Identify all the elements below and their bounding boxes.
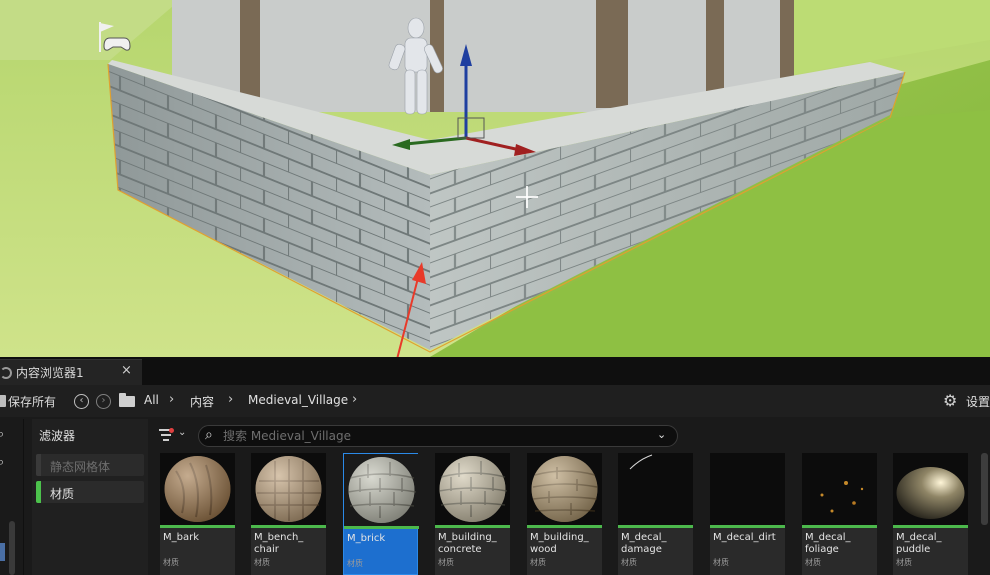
asset-type-label: 材质	[438, 558, 454, 567]
asset-tile[interactable]: M_decal_ damage 材质	[618, 453, 693, 575]
tab-label: 内容浏览器1	[16, 366, 84, 380]
gear-icon[interactable]: ⚙	[943, 391, 957, 410]
search-icon[interactable]: ⌕	[0, 427, 15, 445]
asset-type-label: 材质	[530, 558, 546, 567]
asset-type-label: 材质	[621, 558, 637, 567]
asset-thumbnail	[527, 453, 602, 525]
content-toolbar: 保存所有 ‹ › All › 内容 › Medieval_Village › ⚙…	[0, 385, 990, 417]
asset-tile[interactable]: M_decal_dirt 材质	[710, 453, 785, 575]
selection-marker	[0, 543, 5, 561]
tab-content-browser[interactable]: 内容浏览器1 ×	[0, 359, 142, 385]
editor-window: 内容浏览器1 × 保存所有 ‹ › All › 内容 › Medieval_Vi…	[0, 0, 990, 575]
asset-type-strip	[251, 525, 326, 528]
asset-type-strip	[618, 525, 693, 528]
breadcrumb-all[interactable]: All	[144, 393, 159, 407]
asset-thumbnail	[344, 454, 419, 526]
asset-tile[interactable]: M_bark 材质	[160, 453, 235, 575]
filter-color-bar	[36, 481, 41, 503]
asset-type-strip	[893, 525, 968, 528]
save-icon[interactable]	[0, 395, 6, 407]
sources-panel-collapsed: ⌕ ⌕	[0, 419, 24, 575]
level-viewport[interactable]	[0, 0, 990, 357]
breadcrumb-separator-icon[interactable]: ›	[352, 392, 357, 407]
save-all-button[interactable]: 保存所有	[8, 393, 56, 410]
asset-type-strip	[160, 525, 235, 528]
asset-name: M_bench_ chair	[254, 532, 304, 555]
asset-thumbnail	[160, 453, 235, 525]
breadcrumb-medieval-village[interactable]: Medieval_Village	[248, 393, 348, 407]
asset-thumbnail	[893, 453, 968, 525]
asset-tile[interactable]: M_decal_ puddle 材质	[893, 453, 968, 575]
asset-name: M_bark	[163, 532, 200, 543]
asset-type-label: 材质	[347, 559, 363, 568]
scrollbar[interactable]	[9, 521, 15, 575]
asset-thumbnail	[802, 453, 877, 525]
filters-panel: 滤波器 静态网格体 材质	[32, 419, 148, 575]
asset-search-field[interactable]: ⌕ ⌄	[198, 425, 678, 447]
asset-tile[interactable]: M_bench_ chair 材质	[251, 453, 326, 575]
asset-name: M_building_ concrete	[438, 532, 497, 555]
crosshair-icon	[516, 186, 538, 208]
asset-type-label: 材质	[805, 558, 821, 567]
asset-type-label: 材质	[163, 558, 179, 567]
chevron-down-icon[interactable]: ⌄	[657, 428, 666, 441]
filter-color-bar	[36, 454, 41, 476]
viewport-scene	[0, 0, 990, 357]
asset-type-label: 材质	[254, 558, 270, 567]
asset-name: M_decal_ puddle	[896, 532, 942, 555]
settings-button[interactable]: 设置	[966, 393, 990, 410]
asset-name: M_decal_dirt	[713, 532, 776, 543]
search-icon[interactable]: ⌕	[0, 455, 15, 473]
forward-icon[interactable]: ›	[96, 394, 111, 409]
asset-name: M_decal_ damage	[621, 532, 667, 555]
content-browser-icon	[0, 366, 12, 379]
filter-label: 静态网格体	[50, 460, 111, 474]
scrollbar[interactable]	[981, 453, 988, 525]
asset-thumbnail	[251, 453, 326, 525]
asset-type-strip	[710, 525, 785, 528]
asset-tile[interactable]: M_building_ concrete 材质	[435, 453, 510, 575]
filters-title: 滤波器	[39, 429, 76, 443]
asset-name: M_building_ wood	[530, 532, 589, 555]
filter-label: 材质	[50, 487, 75, 501]
asset-tile[interactable]: M_building_ wood 材质	[527, 453, 602, 575]
asset-name: M_brick	[347, 533, 386, 544]
asset-name: M_decal_ foliage	[805, 532, 851, 555]
close-tab-button[interactable]: ×	[121, 363, 132, 378]
filter-static-mesh[interactable]: 静态网格体	[36, 454, 144, 476]
asset-thumbnail	[710, 453, 785, 525]
asset-type-strip	[802, 525, 877, 528]
filter-active-dot	[169, 428, 174, 433]
asset-type-strip	[344, 526, 419, 529]
breadcrumb-separator-icon[interactable]: ›	[228, 392, 233, 407]
asset-type-label: 材质	[713, 558, 729, 567]
asset-tile[interactable]: M_decal_ foliage 材质	[802, 453, 877, 575]
asset-search-input[interactable]	[223, 428, 643, 444]
chevron-down-icon[interactable]: ⌄	[178, 427, 186, 438]
filter-material[interactable]: 材质	[36, 481, 144, 503]
asset-type-strip	[527, 525, 602, 528]
asset-type-strip	[435, 525, 510, 528]
asset-thumbnail	[618, 453, 693, 525]
breadcrumb-content[interactable]: 内容	[190, 393, 214, 410]
search-icon: ⌕	[205, 427, 213, 443]
flag-gamepad-icon[interactable]	[96, 20, 134, 54]
asset-search-bar: ⌄ ⌕ ⌄	[150, 419, 990, 453]
back-icon[interactable]: ‹	[74, 394, 89, 409]
breadcrumb-separator-icon[interactable]: ›	[169, 392, 174, 407]
folder-icon[interactable]	[119, 393, 135, 407]
asset-thumbnail	[435, 453, 510, 525]
asset-tile[interactable]: M_brick 材质	[343, 453, 419, 575]
tab-bar: 内容浏览器1 ×	[0, 357, 990, 385]
asset-type-label: 材质	[896, 558, 912, 567]
content-browser: 内容浏览器1 × 保存所有 ‹ › All › 内容 › Medieval_Vi…	[0, 357, 990, 575]
